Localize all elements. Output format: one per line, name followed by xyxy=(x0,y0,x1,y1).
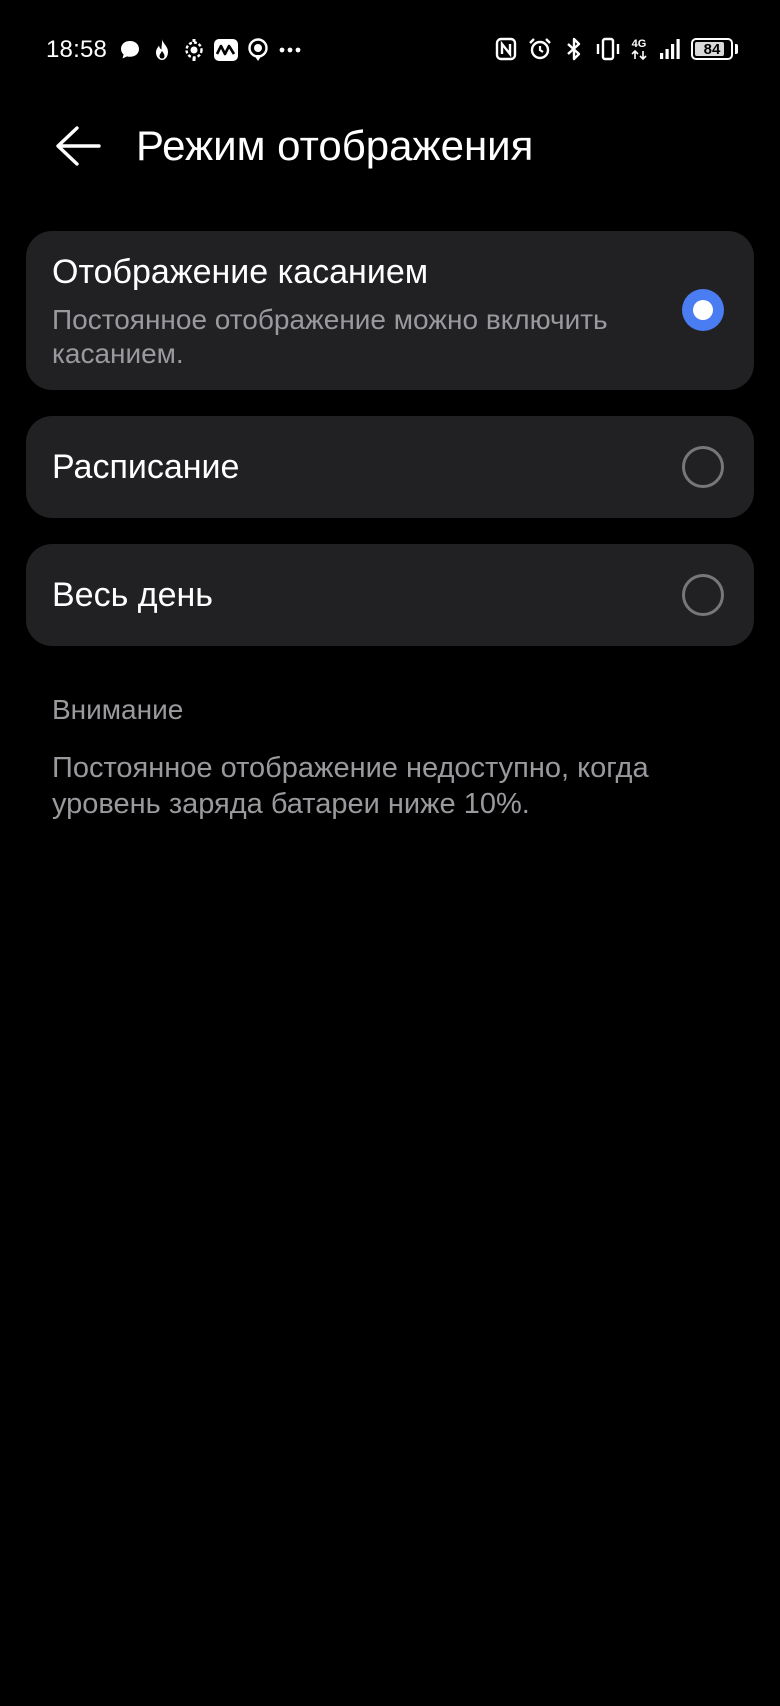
arrow-left-icon xyxy=(56,126,101,166)
status-left: 18:58 xyxy=(46,36,303,64)
vibrate-icon xyxy=(595,36,621,62)
network-4g-icon: 4G xyxy=(629,36,649,62)
battery-percent: 84 xyxy=(703,40,721,58)
signal-icon xyxy=(657,36,683,62)
chat-bubble-icon xyxy=(117,37,143,63)
status-right: 4G 84 xyxy=(493,36,738,62)
notice-text: Постоянное отображение недоступно, когда… xyxy=(52,752,649,820)
radio-button-all-day[interactable] xyxy=(682,574,724,616)
nfc-icon xyxy=(493,36,519,62)
radio-button-display-on-touch[interactable] xyxy=(682,289,724,331)
back-button[interactable] xyxy=(48,122,108,170)
notice-heading: Внимание xyxy=(52,694,184,725)
wave-app-icon xyxy=(213,37,239,63)
flame-icon xyxy=(149,37,175,63)
header: Режим отображения xyxy=(0,110,780,182)
option-display-on-touch[interactable]: Отображение касанием Постоянное отображе… xyxy=(26,231,754,390)
location-pin-icon xyxy=(245,37,271,63)
status-bar: 18:58 4G 84 xyxy=(0,30,780,74)
more-dots-icon xyxy=(277,37,303,63)
battery-tip xyxy=(735,44,738,54)
battery-indicator: 84 xyxy=(691,38,733,60)
option-schedule[interactable]: Расписание xyxy=(26,416,754,518)
option-subtitle: Постоянное отображение можно включить ка… xyxy=(52,304,608,369)
gear-bug-icon xyxy=(181,37,207,63)
page-title: Режим отображения xyxy=(136,122,534,169)
option-all-day[interactable]: Весь день xyxy=(26,544,754,646)
radio-button-schedule[interactable] xyxy=(682,446,724,488)
bluetooth-icon xyxy=(561,36,587,62)
option-title: Весь день xyxy=(52,576,213,614)
alarm-icon xyxy=(527,36,553,62)
option-title: Отображение касанием xyxy=(52,253,429,291)
status-time: 18:58 xyxy=(46,36,108,63)
option-title: Расписание xyxy=(52,448,240,486)
network-label: 4G xyxy=(631,37,647,50)
